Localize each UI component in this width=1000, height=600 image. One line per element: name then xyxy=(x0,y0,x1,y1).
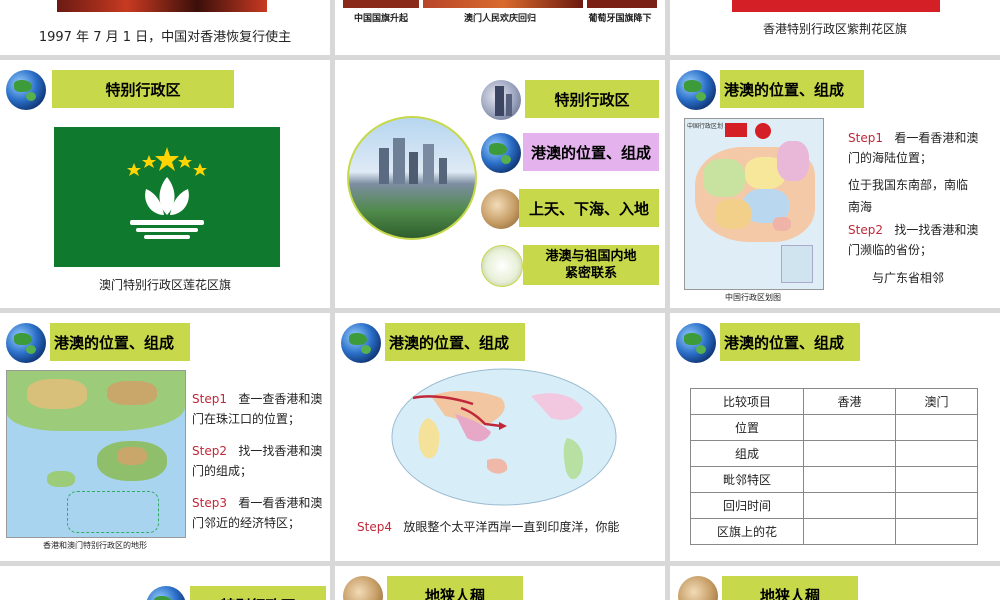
menu-item-1[interactable]: 特别行政区 xyxy=(525,80,659,118)
slide-caption: 香港特别行政区紫荆花区旗 xyxy=(762,22,907,36)
cell-macao[interactable] xyxy=(895,466,978,493)
step4: Step4 放眼整个太平洋西岸一直到印度洋，你能 xyxy=(357,517,647,537)
slide-bottom-right[interactable]: 地狭人稠 xyxy=(670,566,1000,600)
macao-flag xyxy=(54,127,280,267)
slide-title: 港澳的位置、组成 xyxy=(720,70,864,108)
menu-item-4[interactable]: 港澳与祖国内地 紧密联系 xyxy=(523,245,659,285)
cell-macao[interactable] xyxy=(895,440,978,467)
header-hk: 香港 xyxy=(803,388,896,415)
slide-caption: 澳门特别行政区莲花区旗 xyxy=(98,278,231,292)
slide-top-right[interactable]: 香港特别行政区紫荆花区旗 xyxy=(670,0,1000,55)
world-map xyxy=(391,368,617,506)
slide-title: 港澳的位置、组成 xyxy=(385,323,525,361)
cell-hk[interactable] xyxy=(803,414,896,441)
menu-item-3[interactable]: 上天、下海、入地 xyxy=(519,189,659,227)
globe-icon xyxy=(676,323,716,363)
stone-icon xyxy=(678,576,718,600)
slide-title: 港澳的位置、组成 xyxy=(50,323,190,361)
step3: Step3 看一看香港和澳门邻近的经济特区； xyxy=(192,493,324,533)
step2-label: Step2 xyxy=(848,223,883,237)
globe-icon xyxy=(6,323,46,363)
globe-icon xyxy=(146,586,186,600)
map-caption: 中国行政区划图 xyxy=(725,293,781,302)
cell-hk[interactable] xyxy=(803,518,896,545)
stone-icon xyxy=(481,189,521,229)
terrain-map xyxy=(6,370,186,538)
slide-world[interactable]: 港澳的位置、组成 Step4 放眼整个太平洋西岸一直到印度洋，你能 xyxy=(335,313,665,561)
answer2: 与广东省相邻 xyxy=(872,271,945,285)
caption-flag-lower: 葡萄牙国旗降下 xyxy=(588,14,652,24)
table-row: 区旗上的花 xyxy=(690,518,978,545)
globe-icon xyxy=(676,70,716,110)
step1: Step1 看一看香港和澳门的海陆位置； xyxy=(848,128,988,168)
comparison-table: 比较项目 香港 澳门 位置 组成 毗邻特区 回归时间 区旗上的花 xyxy=(690,388,978,545)
stone-icon xyxy=(343,576,383,600)
step4-text: 放眼整个太平洋西岸一直到印度洋，你能 xyxy=(403,520,620,534)
slide-title: 地狭人稠 xyxy=(387,576,523,600)
slide-bottom-left[interactable]: 特别行政区 xyxy=(0,566,330,600)
step3-label: Step3 xyxy=(192,496,227,510)
building-icon xyxy=(481,80,521,120)
table-row: 位置 xyxy=(690,414,978,441)
cell-macao[interactable] xyxy=(895,492,978,519)
globe-icon xyxy=(481,133,521,173)
cell-macao[interactable] xyxy=(895,414,978,441)
map-caption: 香港和澳门特别行政区的地形 xyxy=(43,541,147,550)
row-label: 组成 xyxy=(690,440,804,467)
step1-label: Step1 xyxy=(192,392,227,406)
map-thumb-icon xyxy=(481,245,523,287)
header-item: 比较项目 xyxy=(690,388,804,415)
step2-label: Step2 xyxy=(192,444,227,458)
row-label: 区旗上的花 xyxy=(690,518,804,545)
row-label: 回归时间 xyxy=(690,492,804,519)
answer1: 位于我国东南部，南临南海 xyxy=(848,178,969,214)
slide-table[interactable]: 港澳的位置、组成 比较项目 香港 澳门 位置 组成 毗邻特区 回归时间 区旗上的… xyxy=(670,313,1000,561)
slide-macao-flag[interactable]: 特别行政区 澳门特别行政区莲花区旗 xyxy=(0,60,330,308)
hk-flag xyxy=(732,0,940,12)
globe-icon xyxy=(341,323,381,363)
caption-flag-raise: 中国国旗升起 xyxy=(353,14,408,24)
slide-top-mid[interactable]: 中国国旗升起 澳门人民欢庆回归 葡萄牙国旗降下 xyxy=(335,0,665,55)
slide-bottom-mid[interactable]: 地狭人稠 xyxy=(335,566,665,600)
cell-hk[interactable] xyxy=(803,492,896,519)
slide-china-map[interactable]: 港澳的位置、组成 中国行政区划 中国行政区划图 Step1 看一看香港和澳门的海… xyxy=(670,60,1000,308)
table-row: 组成 xyxy=(690,440,978,467)
step2: Step2 找一找香港和澳门的组成； xyxy=(192,441,324,481)
step1-label: Step1 xyxy=(848,131,883,145)
header-macao: 澳门 xyxy=(895,388,978,415)
menu-item-2[interactable]: 港澳的位置、组成 xyxy=(523,133,659,171)
photo-3 xyxy=(587,0,657,8)
table-header-row: 比较项目 香港 澳门 xyxy=(690,388,978,415)
slide-title: 特别行政区 xyxy=(190,586,326,600)
map-header: 中国行政区划 xyxy=(687,123,724,130)
slide-title: 地狭人稠 xyxy=(722,576,858,600)
slide-top-left[interactable]: 1997 年 7 月 1 日，中国对香港恢复行使主 xyxy=(0,0,330,55)
row-label: 毗邻特区 xyxy=(690,466,804,493)
china-map: 中国行政区划 xyxy=(684,118,824,290)
step2: Step2 找一找香港和澳门濒临的省份； xyxy=(848,220,988,260)
table-row: 回归时间 xyxy=(690,492,978,519)
city-photo xyxy=(347,116,477,240)
photo-2 xyxy=(423,0,583,8)
table-row: 毗邻特区 xyxy=(690,466,978,493)
photo-1 xyxy=(343,0,419,8)
step1: Step1 查一查香港和澳门在珠江口的位置； xyxy=(192,389,324,429)
photo-strip xyxy=(57,0,267,12)
slide-caption: 1997 年 7 月 1 日，中国对香港恢复行使主 xyxy=(38,30,292,45)
slide-title: 港澳的位置、组成 xyxy=(720,323,860,361)
cell-macao[interactable] xyxy=(895,518,978,545)
slide-menu[interactable]: 特别行政区 港澳的位置、组成 上天、下海、入地 港澳与祖国内地 紧密联系 xyxy=(335,60,665,308)
cell-hk[interactable] xyxy=(803,466,896,493)
caption-celebrate: 澳门人民欢庆回归 xyxy=(463,14,536,24)
slide-terrain[interactable]: 港澳的位置、组成 香港和澳门特别行政区的地形 Step1 查一查香港和澳门在珠江… xyxy=(0,313,330,561)
step4-label: Step4 xyxy=(357,520,392,534)
globe-icon xyxy=(6,70,46,110)
cell-hk[interactable] xyxy=(803,440,896,467)
row-label: 位置 xyxy=(690,414,804,441)
slide-title: 特别行政区 xyxy=(52,70,234,108)
